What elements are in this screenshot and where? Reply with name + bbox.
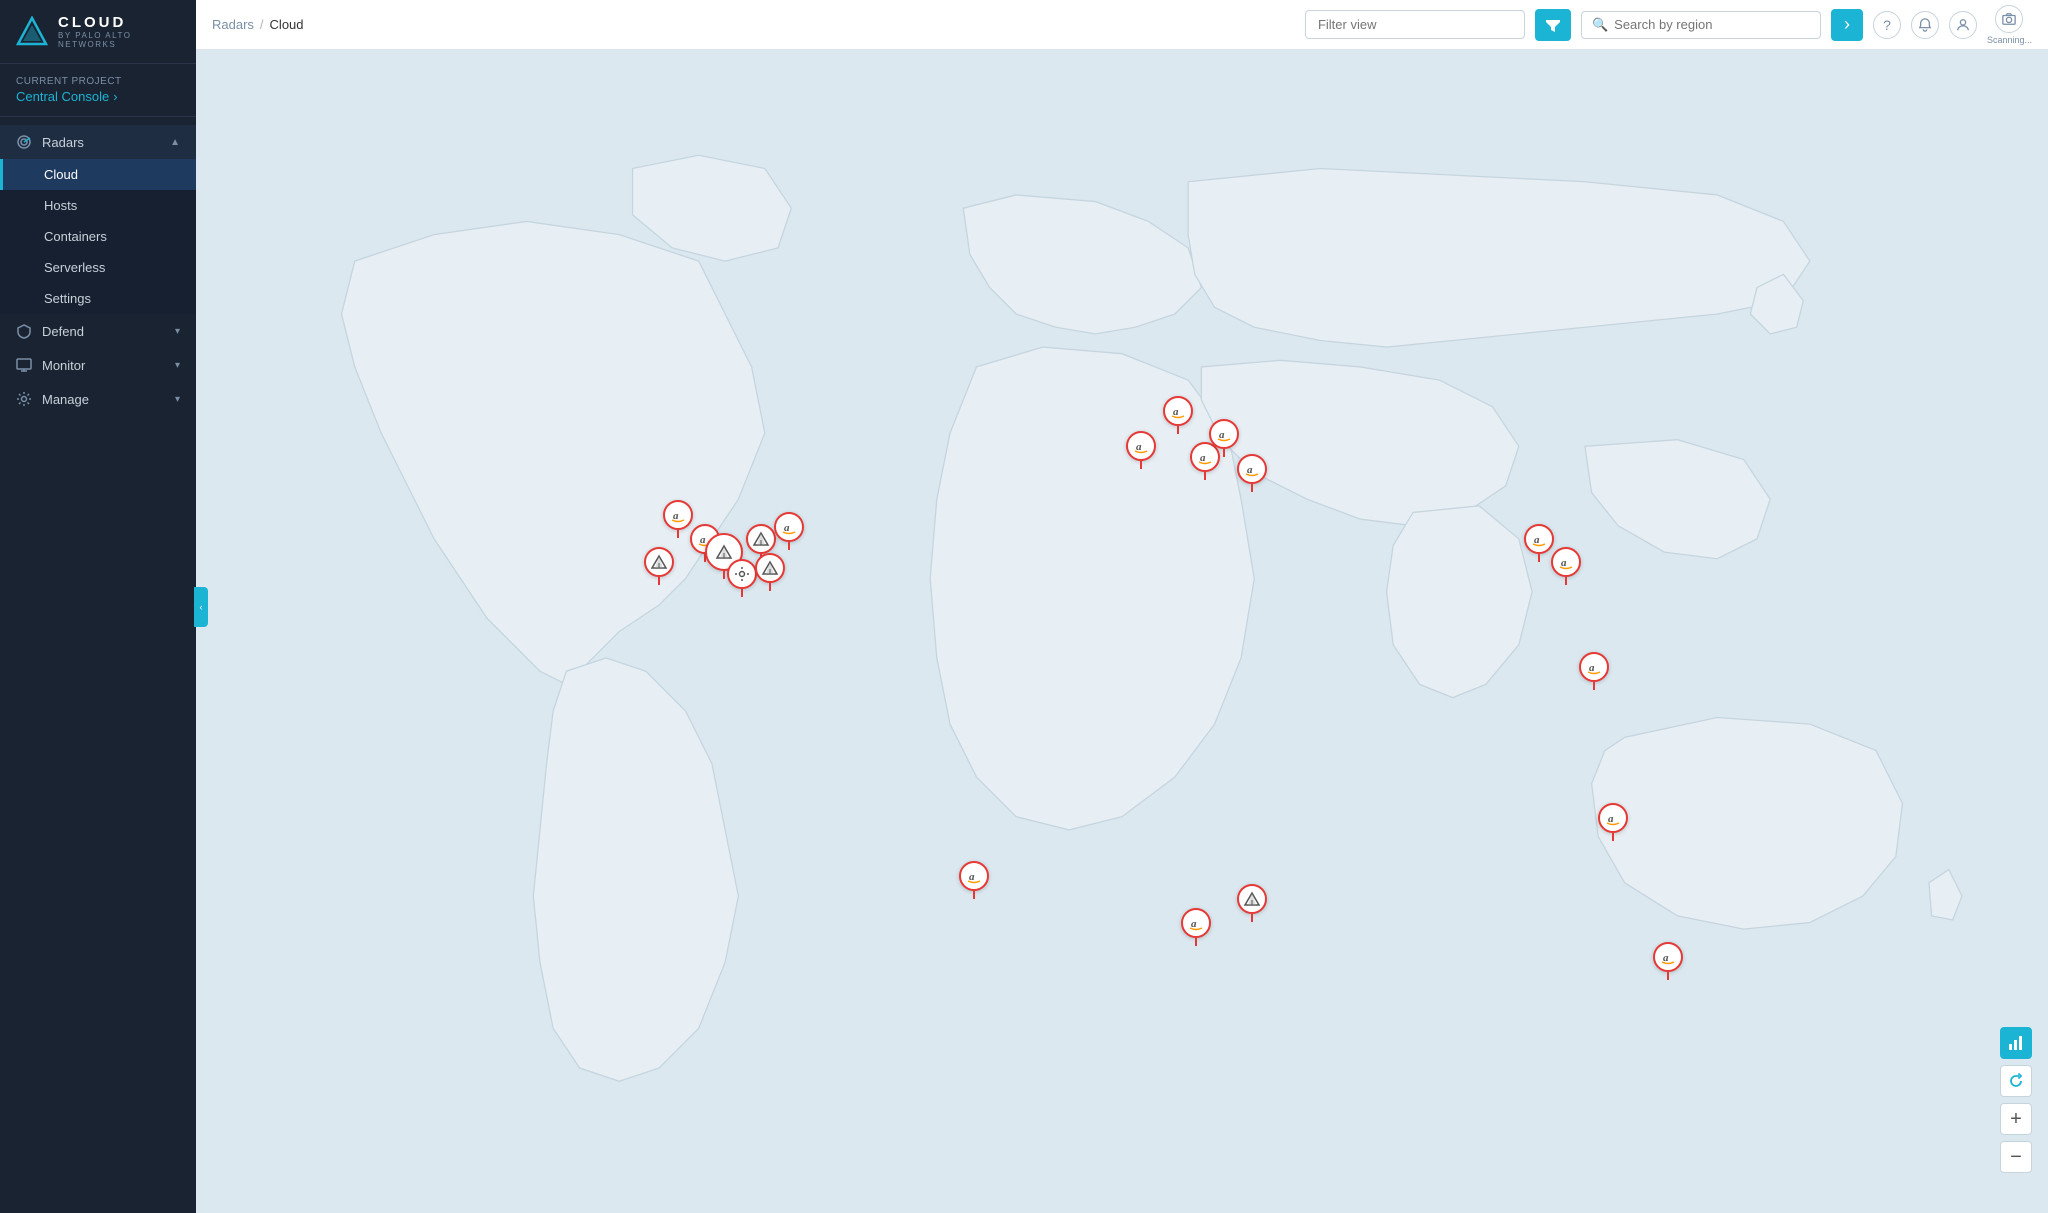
map-pin[interactable]: a [1181, 908, 1211, 946]
nav-item-manage[interactable]: Manage ▾ [0, 382, 196, 416]
user-icon [1956, 18, 1970, 32]
sidebar-item-cloud[interactable]: Cloud [0, 159, 196, 190]
project-name-text: Central Console [16, 89, 109, 104]
map-pin[interactable]: a [774, 512, 804, 550]
stats-button[interactable] [2000, 1027, 2032, 1059]
logo-area: CLOUD BY PALO ALTO NETWORKS [0, 0, 196, 64]
monitor-icon [16, 357, 32, 373]
search-box: 🔍 [1581, 11, 1821, 39]
top-bar-right: 🔍 › ? [1305, 5, 2032, 45]
nav-item-defend[interactable]: Defend ▾ [0, 314, 196, 348]
map-pin[interactable]: a [1524, 524, 1554, 562]
map-pin[interactable]: a [1551, 547, 1581, 585]
filter-button[interactable] [1535, 9, 1571, 41]
zoom-in-icon: + [2010, 1108, 2022, 1131]
filter-icon [1545, 17, 1561, 33]
search-icon: 🔍 [1592, 17, 1608, 33]
manage-label: Manage [42, 392, 89, 407]
sidebar-item-settings[interactable]: Settings [0, 283, 196, 314]
sidebar-item-containers[interactable]: Containers [0, 221, 196, 252]
refresh-icon [2008, 1073, 2024, 1089]
map-pin[interactable]: a [1579, 652, 1609, 690]
map-pin[interactable] [755, 553, 785, 591]
gear-icon [16, 391, 32, 407]
sidebar-item-serverless[interactable]: Serverless [0, 252, 196, 283]
map-pin[interactable] [644, 547, 674, 585]
zoom-in-button[interactable]: + [2000, 1103, 2032, 1135]
scanning-area: Scanning... [1987, 5, 2032, 45]
map-controls: + − [2000, 1027, 2032, 1173]
zoom-out-icon: − [2010, 1146, 2022, 1169]
map-area: a a a [196, 50, 2048, 1213]
logo-main-text: CLOUD [58, 14, 180, 31]
zoom-out-button[interactable]: − [2000, 1141, 2032, 1173]
map-pin[interactable]: a [1653, 942, 1683, 980]
project-label: Current project [16, 76, 180, 87]
map-pin[interactable]: a [1237, 454, 1267, 492]
defend-label: Defend [42, 324, 84, 339]
top-bar: Radars / Cloud 🔍 › ? [196, 0, 2048, 50]
user-button[interactable] [1949, 11, 1977, 39]
map-pin[interactable] [1237, 884, 1267, 922]
map-pin[interactable] [727, 559, 757, 597]
sidebar-item-hosts[interactable]: Hosts [0, 190, 196, 221]
sidebar-toggle[interactable]: ‹ [194, 587, 208, 627]
map-pin[interactable]: a [1598, 803, 1628, 841]
search-region-input[interactable] [1614, 17, 1810, 32]
notifications-button[interactable] [1911, 11, 1939, 39]
nav-item-radars[interactable]: Radars ▲ [0, 125, 196, 159]
scanning-button[interactable] [1995, 5, 2023, 33]
breadcrumb-parent: Radars [212, 17, 254, 32]
shield-icon [16, 323, 32, 339]
map-pin[interactable]: a [1163, 396, 1193, 434]
main-content: Radars / Cloud 🔍 › ? [196, 0, 2048, 1213]
breadcrumb-current: Cloud [270, 17, 304, 32]
map-pin[interactable]: a [1209, 419, 1239, 457]
search-next-button[interactable]: › [1831, 9, 1863, 41]
logo-sub-text: BY PALO ALTO NETWORKS [58, 31, 180, 49]
bell-icon [1918, 18, 1932, 32]
project-area: Current project Central Console › [0, 64, 196, 117]
monitor-label: Monitor [42, 358, 85, 373]
project-arrow-icon: › [113, 89, 117, 104]
logo-text: CLOUD BY PALO ALTO NETWORKS [58, 14, 180, 49]
map-pin[interactable]: a [663, 500, 693, 538]
breadcrumb-separator: / [260, 17, 264, 32]
nav-item-monitor[interactable]: Monitor ▾ [0, 348, 196, 382]
radars-subnav: Cloud Hosts Containers Serverless Settin… [0, 159, 196, 314]
defend-chevron-icon: ▾ [175, 326, 180, 337]
map-pin[interactable]: a [959, 861, 989, 899]
sidebar: CLOUD BY PALO ALTO NETWORKS Current proj… [0, 0, 196, 1213]
filter-input[interactable] [1305, 10, 1525, 39]
nav-section: Radars ▲ Cloud Hosts Containers Serverle… [0, 117, 196, 424]
scanning-label: Scanning... [1987, 35, 2032, 45]
logo-icon [16, 16, 48, 48]
help-button[interactable]: ? [1873, 11, 1901, 39]
refresh-button[interactable] [2000, 1065, 2032, 1097]
manage-chevron-icon: ▾ [175, 394, 180, 405]
radars-chevron-icon: ▲ [170, 137, 180, 148]
radars-label: Radars [42, 135, 84, 150]
world-map [196, 50, 2048, 1213]
chart-icon [2008, 1035, 2024, 1051]
camera-icon [2002, 12, 2016, 26]
map-pin[interactable]: a [1126, 431, 1156, 469]
monitor-chevron-icon: ▾ [175, 360, 180, 371]
breadcrumb: Radars / Cloud [212, 17, 304, 32]
project-link[interactable]: Central Console › [16, 89, 180, 104]
radar-icon [16, 134, 32, 150]
